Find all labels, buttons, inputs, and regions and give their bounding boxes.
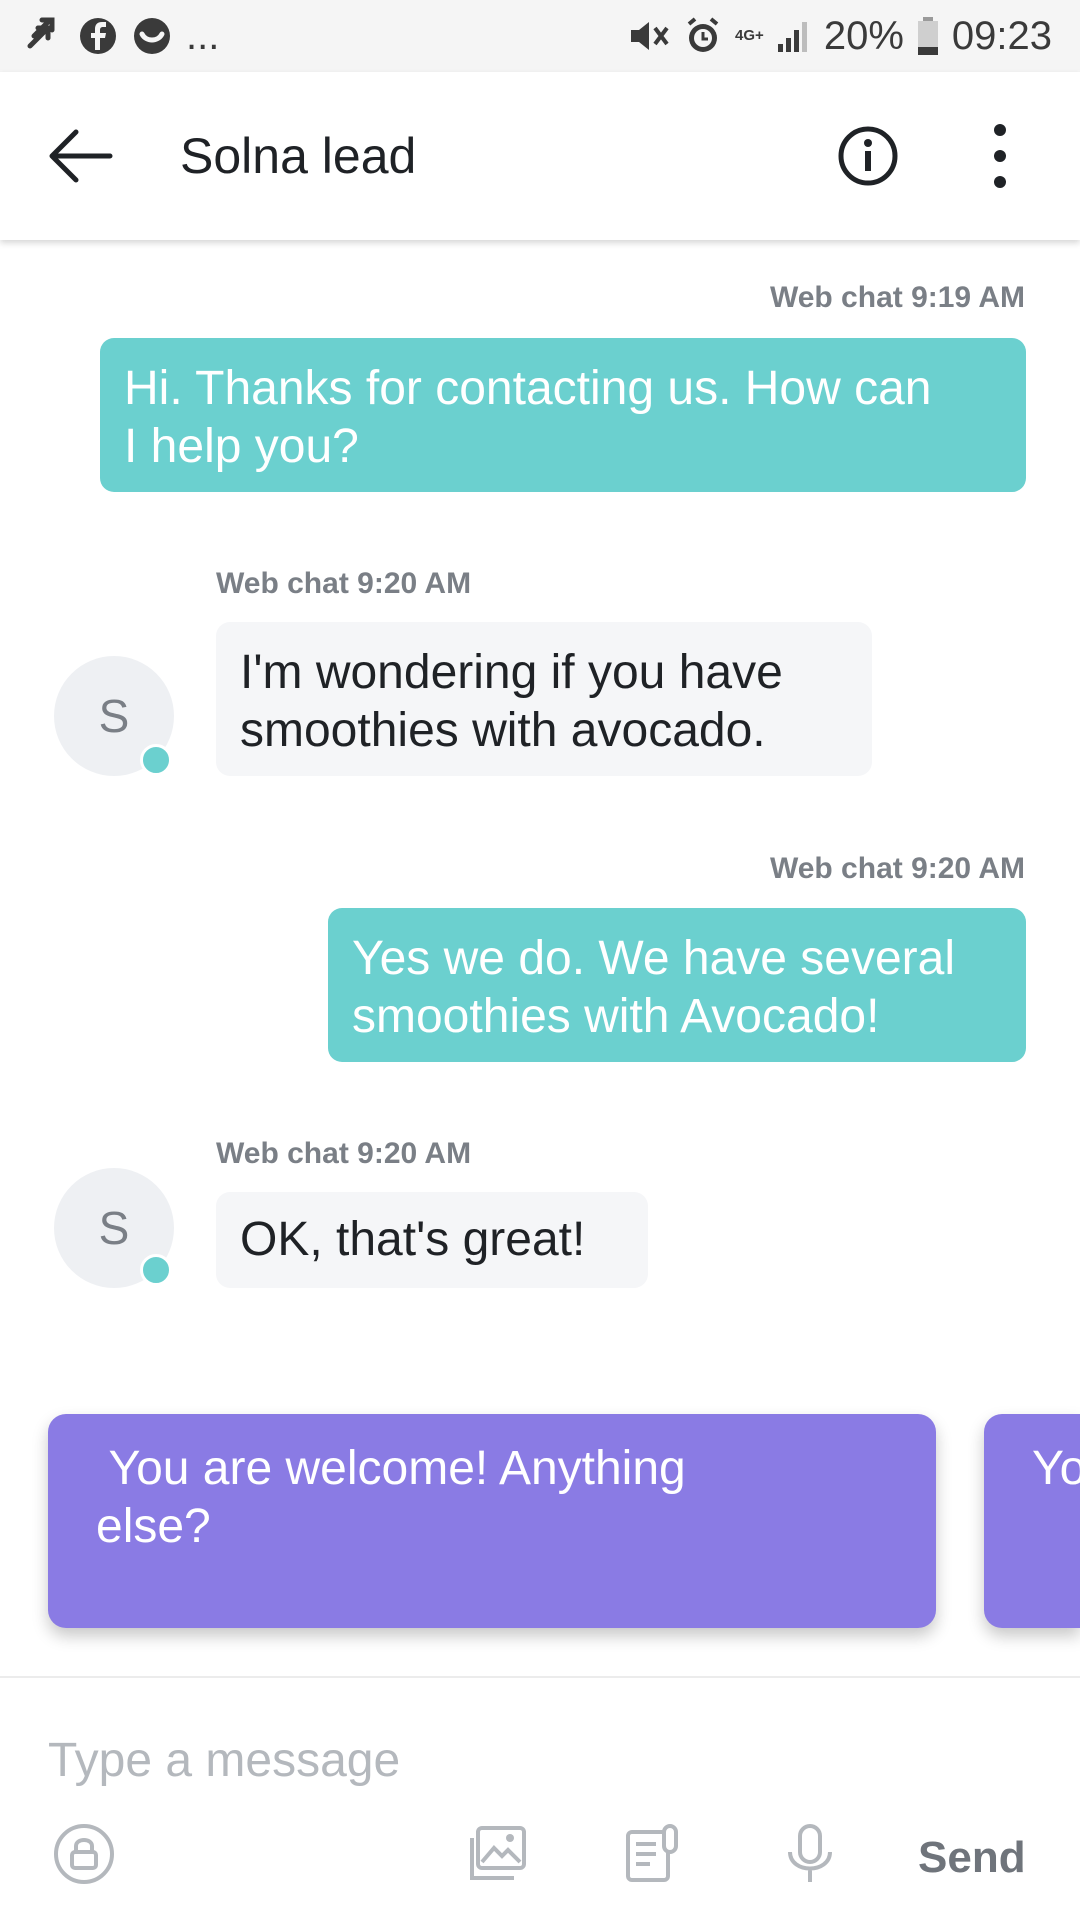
message-line: I'm wondering if you have bbox=[240, 646, 783, 699]
message-meta: Web chat 9:20 AM bbox=[216, 567, 472, 600]
battery-percent: 20% bbox=[823, 13, 904, 58]
image-icon bbox=[470, 1826, 526, 1880]
incoming-message: OK, that's great! bbox=[216, 1192, 648, 1288]
incoming-message: I'm wondering if you have smoothies with… bbox=[216, 622, 872, 776]
message-line: Hi. Thanks for contacting us. How can bbox=[124, 362, 932, 415]
more-options-button[interactable] bbox=[976, 120, 1024, 192]
message-meta: Web chat 9:20 AM bbox=[216, 1137, 472, 1170]
template-button[interactable] bbox=[620, 1822, 684, 1886]
microphone-button[interactable] bbox=[778, 1822, 842, 1886]
status-overflow: ... bbox=[186, 13, 220, 58]
conversation-title: Solna lead bbox=[180, 128, 417, 184]
message-line: smoothies with avocado. bbox=[240, 704, 766, 757]
suggested-reply-card[interactable]: Yo bbox=[984, 1414, 1080, 1628]
lock-icon bbox=[54, 1824, 114, 1884]
signal-icon bbox=[776, 18, 812, 54]
online-status-dot bbox=[140, 744, 172, 776]
composer-divider bbox=[0, 1676, 1080, 1678]
lock-button[interactable] bbox=[52, 1822, 116, 1886]
message-line: I help you? bbox=[124, 420, 359, 473]
alarm-icon bbox=[683, 16, 723, 56]
back-arrow-icon bbox=[49, 129, 113, 183]
template-icon bbox=[626, 1824, 678, 1882]
message-line: Yes we do. We have several bbox=[352, 932, 956, 985]
suggestion-line: else? bbox=[96, 1500, 211, 1553]
message-meta: Web chat 9:20 AM bbox=[769, 852, 1025, 885]
suggested-reply-card[interactable]: You are welcome! Anything else? bbox=[48, 1414, 936, 1628]
facebook-icon bbox=[78, 16, 118, 56]
send-button[interactable]: Send bbox=[918, 1830, 1026, 1886]
mute-vibrate-icon bbox=[627, 16, 671, 56]
network-type: 4G+ bbox=[735, 27, 764, 44]
image-button[interactable] bbox=[466, 1822, 530, 1886]
notification-arrows-icon bbox=[24, 16, 64, 56]
outgoing-message: Hi. Thanks for contacting us. How can I … bbox=[100, 338, 1026, 492]
info-icon bbox=[838, 126, 898, 186]
message-meta: Web chat 9:19 AM bbox=[769, 281, 1025, 314]
more-vert-icon bbox=[994, 124, 1006, 188]
online-status-dot bbox=[140, 1254, 172, 1286]
messenger-icon bbox=[132, 16, 172, 56]
message-line: OK, that's great! bbox=[240, 1213, 586, 1266]
info-button[interactable] bbox=[836, 124, 900, 188]
microphone-icon bbox=[788, 1824, 832, 1882]
app-bar: Solna lead bbox=[0, 72, 1080, 240]
back-button[interactable] bbox=[44, 122, 116, 190]
suggestion-line: You are welcome! Anything bbox=[96, 1442, 686, 1495]
battery-icon bbox=[916, 16, 940, 56]
message-input[interactable] bbox=[48, 1720, 1028, 1800]
outgoing-message: Yes we do. We have several smoothies wit… bbox=[328, 908, 1026, 1062]
status-bar: ... 4G+ 20% 09:23 bbox=[0, 0, 1080, 72]
message-line: smoothies with Avocado! bbox=[352, 990, 880, 1043]
clock: 09:23 bbox=[951, 13, 1052, 58]
